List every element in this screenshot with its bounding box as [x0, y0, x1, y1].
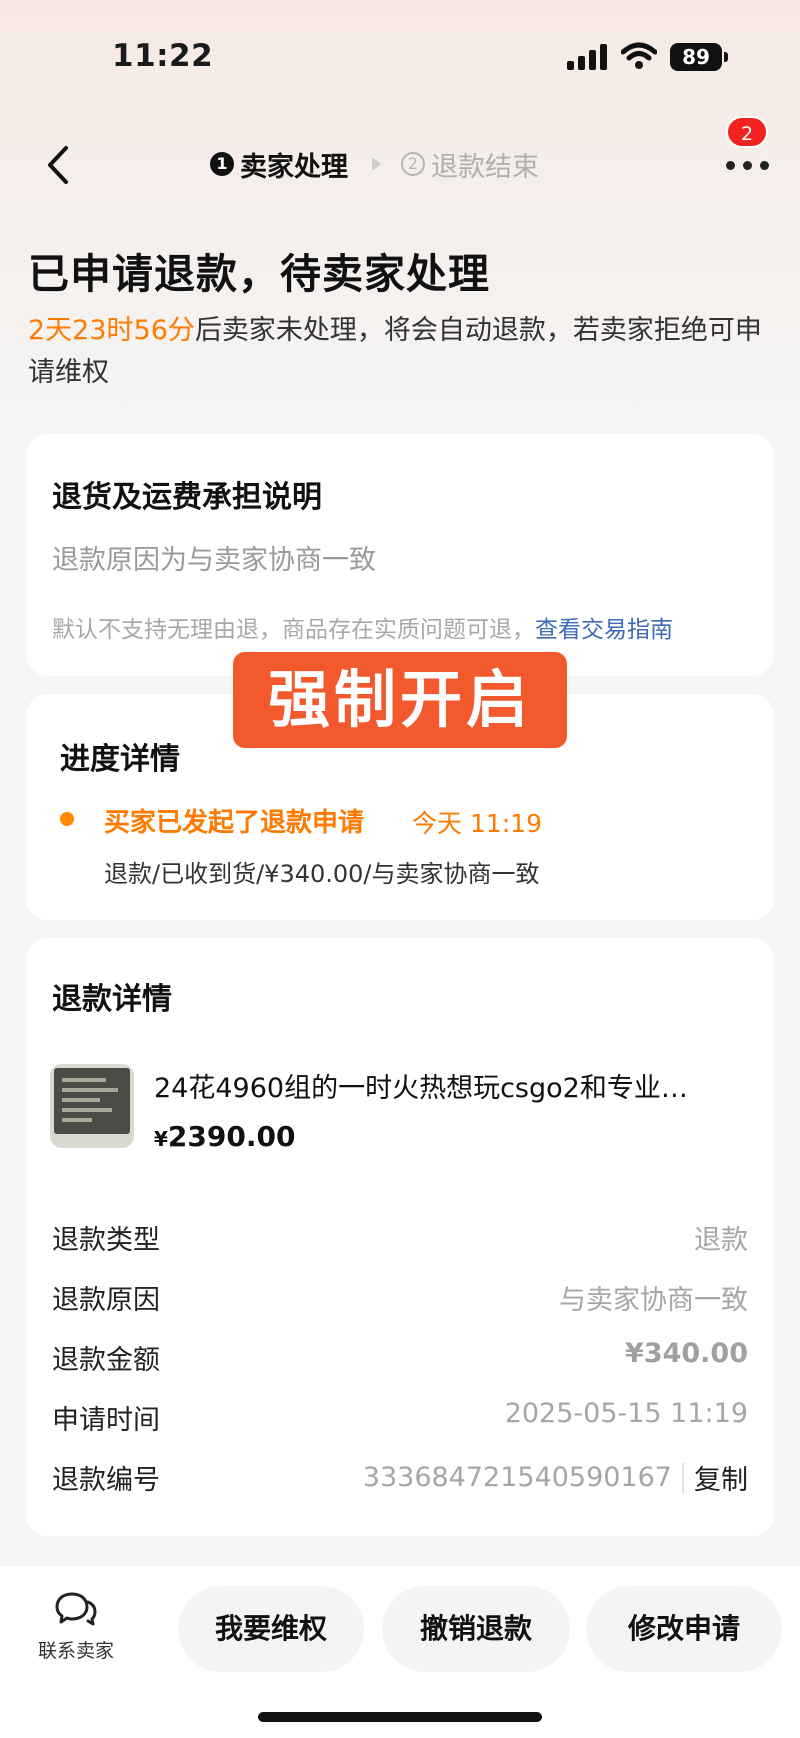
return-info-title: 退货及运费承担说明 — [52, 480, 322, 515]
refund-number-label: 退款编号 — [52, 1465, 160, 1496]
signal-icon — [567, 44, 609, 70]
return-info-card: 退货及运费承担说明 退款原因为与卖家协商一致 默认不支持无理由退，商品存在实质问… — [26, 434, 774, 676]
contact-seller-label: 联系卖家 — [37, 1640, 114, 1662]
refund-number-value: 333684721540590167 — [362, 1462, 672, 1493]
home-indicator — [258, 1712, 542, 1722]
back-arrow-icon[interactable] — [40, 142, 80, 188]
bottom-action-bar: 联系卖家 我要维权 撤销退款 修改申请 — [0, 1566, 800, 1738]
refund-amount-label: 退款金额 — [52, 1345, 160, 1376]
apply-time-label: 申请时间 — [52, 1405, 160, 1436]
refund-number-group: 333684721540590167 复制 — [363, 1458, 748, 1497]
step-refund-finished: 2 退款结束 — [401, 145, 539, 184]
timeline-dot-icon — [60, 812, 74, 826]
refund-reason-label: 退款原因 — [52, 1285, 160, 1316]
overlay-stamp: 强制开启 — [233, 652, 567, 748]
notification-badge: 2 — [726, 116, 768, 148]
step2-label: 退款结束 — [431, 151, 539, 183]
currency-symbol: ¥ — [154, 1127, 168, 1151]
product-price: ¥2390.00 — [154, 1120, 295, 1153]
step-arrow-icon — [372, 157, 381, 171]
product-name[interactable]: 24花4960组的一时火热想玩csgo2和专业… — [154, 1066, 744, 1105]
defend-rights-button[interactable]: 我要维权 — [178, 1586, 364, 1672]
product-image[interactable] — [50, 1064, 134, 1148]
step-seller-processing: 1 卖家处理 — [210, 145, 348, 184]
step2-number: 2 — [401, 152, 425, 176]
status-time: 11:22 — [112, 38, 214, 74]
page-title: 已申请退款，待卖家处理 — [28, 250, 490, 298]
refund-detail-card: 退款详情 24花4960组的一时火热想玩csgo2和专业… ¥2390.00 退… — [26, 938, 774, 1536]
copy-button[interactable]: 复制 — [694, 1458, 748, 1497]
progress-detail: 退款/已收到货/¥340.00/与卖家协商一致 — [104, 860, 540, 888]
trade-guide-link[interactable]: 查看交易指南 — [535, 617, 673, 643]
wifi-icon — [621, 42, 657, 69]
refund-type-label: 退款类型 — [52, 1225, 160, 1256]
countdown-timer: 2天23时56分 — [28, 315, 195, 346]
product-price-value: 2390.00 — [167, 1120, 296, 1153]
auto-refund-notice: 2天23时56分后卖家未处理，将会自动退款，若卖家拒绝可申请维权 — [28, 310, 768, 394]
progress-steps: 1 卖家处理 2 退款结束 — [210, 144, 539, 184]
apply-time-value: 2025-05-15 11:19 — [504, 1398, 748, 1429]
progress-event: 买家已发起了退款申请 — [104, 808, 365, 838]
battery-icon: 89 — [670, 43, 728, 71]
chat-icon — [55, 1592, 97, 1626]
return-policy-note: 默认不支持无理由退，商品存在实质问题可退，查看交易指南 — [52, 610, 673, 644]
step1-label: 卖家处理 — [240, 151, 348, 183]
divider — [682, 1462, 684, 1493]
cancel-refund-button[interactable]: 撤销退款 — [382, 1586, 570, 1672]
policy-text: 默认不支持无理由退，商品存在实质问题可退， — [52, 617, 535, 643]
status-bar: 11:22 89 — [0, 0, 800, 120]
progress-time: 今天 11:19 — [412, 809, 542, 838]
refund-reason-value: 与卖家协商一致 — [559, 1285, 748, 1316]
refund-type-value: 退款 — [694, 1225, 748, 1256]
more-options-icon[interactable] — [726, 158, 770, 172]
progress-title: 进度详情 — [60, 742, 180, 777]
refund-detail-title: 退款详情 — [52, 982, 172, 1017]
top-nav: 1 卖家处理 2 退款结束 2 — [0, 116, 800, 200]
return-reason-text: 退款原因为与卖家协商一致 — [52, 545, 376, 576]
contact-seller-button[interactable]: 联系卖家 — [30, 1590, 122, 1663]
step1-number: 1 — [210, 152, 234, 176]
refund-amount-value: ¥340.00 — [625, 1338, 748, 1369]
modify-request-button[interactable]: 修改申请 — [586, 1586, 782, 1672]
